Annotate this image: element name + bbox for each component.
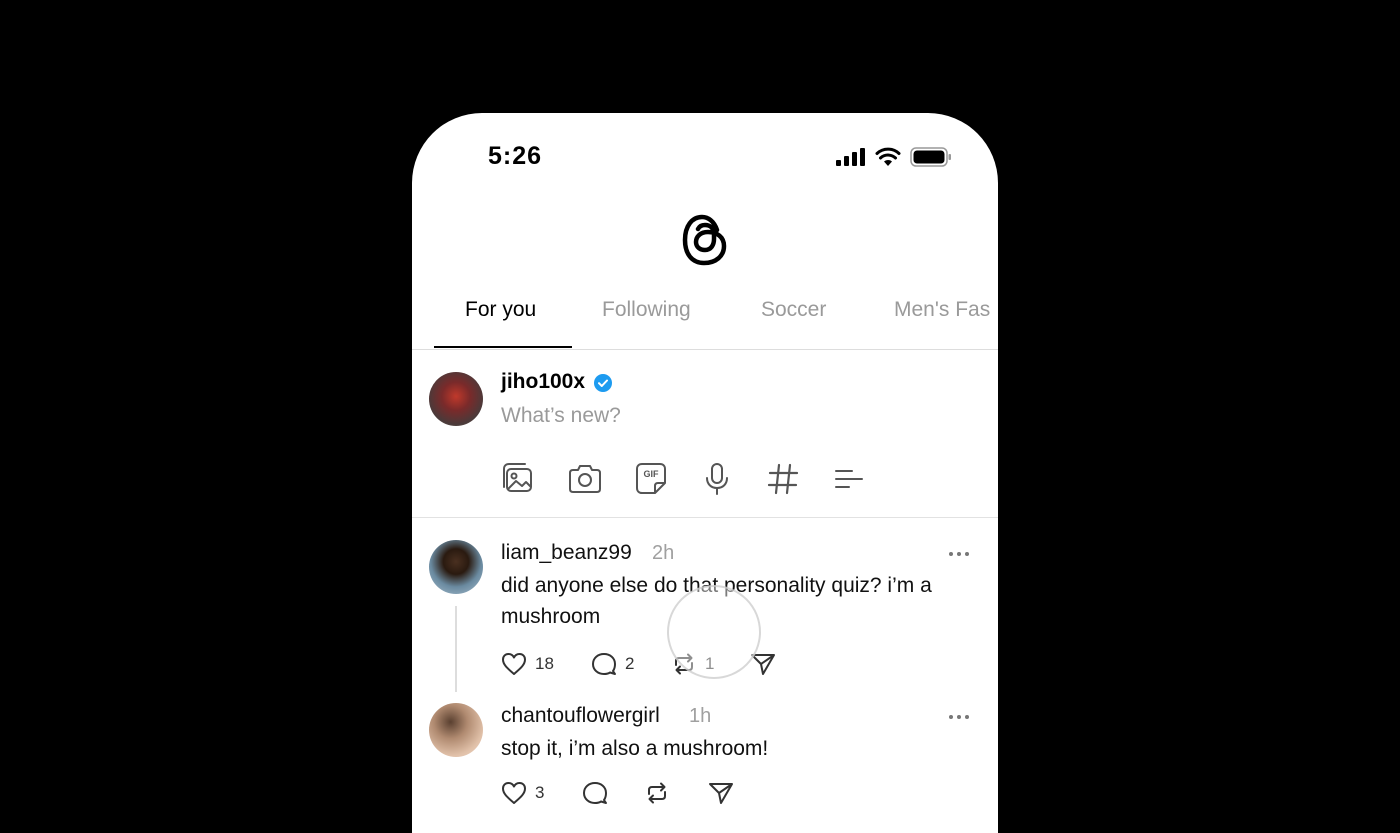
touch-indicator: [667, 585, 761, 679]
thread-connector-line: [455, 606, 457, 692]
post-username[interactable]: chantouflowergirl: [501, 704, 660, 728]
reply-button[interactable]: 2: [591, 652, 634, 676]
like-button[interactable]: 3: [501, 781, 544, 805]
gif-icon[interactable]: GIF: [633, 461, 669, 497]
gallery-icon[interactable]: [501, 461, 537, 497]
avatar[interactable]: [429, 540, 483, 594]
post-timestamp: 2h: [652, 542, 675, 564]
share-button[interactable]: [708, 781, 734, 805]
avatar[interactable]: [429, 372, 483, 426]
new-thread-composer: jiho100x What’s new? GIF: [412, 349, 998, 518]
post-username[interactable]: liam_beanz99: [501, 541, 632, 565]
verified-badge-icon: [594, 374, 612, 392]
tab-following[interactable]: Following: [602, 298, 691, 322]
reply-count: 2: [625, 654, 635, 673]
avatar[interactable]: [429, 703, 483, 757]
signal-icon: [836, 148, 865, 166]
more-options-icon[interactable]: [948, 713, 970, 721]
tab-soccer[interactable]: Soccer: [761, 298, 826, 322]
comment-icon: [583, 782, 607, 804]
microphone-icon[interactable]: [699, 461, 735, 497]
heart-icon: [502, 782, 526, 804]
poll-icon[interactable]: [831, 461, 867, 497]
camera-icon[interactable]: [567, 461, 603, 497]
reply-button[interactable]: [582, 781, 608, 805]
more-options-icon[interactable]: [948, 550, 970, 558]
post-text: stop it, i’m also a mushroom!: [501, 737, 769, 760]
svg-text:GIF: GIF: [644, 469, 660, 479]
battery-icon: [910, 147, 951, 167]
threads-logo-icon[interactable]: [682, 213, 728, 267]
tab-for-you[interactable]: For you: [465, 298, 536, 322]
send-icon: [709, 783, 733, 804]
like-count: 18: [535, 654, 554, 673]
like-button[interactable]: 18: [501, 652, 554, 676]
composer-username: jiho100x: [501, 370, 586, 393]
phone-screen: 5:26 For you Following Soccer Men's Fas …: [412, 113, 998, 833]
repost-icon: [648, 782, 666, 804]
feed-tabs: For you Following Soccer Men's Fas: [412, 283, 998, 350]
active-tab-indicator: [434, 346, 572, 348]
composer-input[interactable]: What’s new?: [501, 404, 621, 428]
status-bar: 5:26: [412, 113, 998, 193]
repost-button[interactable]: [644, 781, 670, 805]
hashtag-icon[interactable]: [765, 461, 801, 497]
post-timestamp: 1h: [689, 705, 712, 727]
wifi-icon: [875, 147, 901, 166]
like-count: 3: [535, 783, 545, 802]
tab-mens-fashion[interactable]: Men's Fas: [894, 298, 990, 322]
comment-icon: [592, 653, 616, 675]
status-time: 5:26: [488, 142, 543, 170]
status-icons: [836, 147, 952, 167]
heart-icon: [502, 653, 526, 675]
